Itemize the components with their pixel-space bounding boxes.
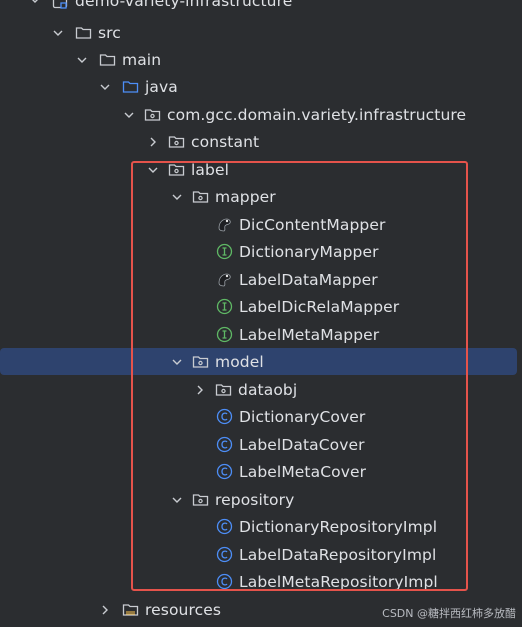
tree-row-mapper-item[interactable]: LabelMetaMapper (0, 321, 522, 348)
class-icon (216, 408, 233, 425)
chevron-down-icon[interactable] (170, 355, 184, 369)
tree-row-model-item[interactable]: DictionaryCover (0, 403, 522, 430)
tree-label-model-item: DictionaryCover (239, 407, 366, 426)
tree-row-main[interactable]: main (0, 46, 522, 73)
chevron-down-icon[interactable] (98, 80, 112, 94)
folder-icon (75, 24, 92, 41)
tree-label-dataobj: dataobj (238, 380, 298, 399)
chevron-down-icon[interactable] (170, 190, 184, 204)
module-icon (52, 0, 69, 10)
tree-label-repository: repository (215, 490, 295, 509)
chevron-down-icon[interactable] (51, 26, 65, 40)
tree-label-label: label (191, 160, 229, 179)
package-icon (168, 161, 185, 178)
chevron-down-icon[interactable] (122, 108, 136, 122)
tree-row-model[interactable]: model (0, 348, 517, 375)
class-icon (216, 518, 233, 535)
tree-row-mapper-item[interactable]: LabelDicRelaMapper (0, 293, 522, 320)
tree-row-dataobj[interactable]: dataobj (0, 376, 522, 403)
project-tree: demo-variety-infrastructure src main jav… (0, 0, 522, 627)
tree-row-model-item[interactable]: LabelMetaCover (0, 458, 522, 485)
tree-label-repository-item: LabelDataRepositoryImpl (239, 545, 437, 564)
chevron-down-icon[interactable] (170, 493, 184, 507)
tree-row-repository[interactable]: repository (0, 486, 522, 513)
package-icon (215, 381, 232, 398)
tree-label-mapper-item: LabelMetaMapper (239, 325, 380, 344)
tree-row-label[interactable]: label (0, 156, 522, 183)
tree-row-root[interactable]: demo-variety-infrastructure (0, 0, 522, 14)
tree-label-mapper-item: DictionaryMapper (239, 242, 379, 261)
tree-row-src[interactable]: src (0, 19, 522, 46)
interface-icon (216, 298, 233, 315)
package-icon (192, 353, 209, 370)
tree-label-mapper-item: LabelDicRelaMapper (239, 297, 400, 316)
package-icon (144, 106, 161, 123)
tree-row-package[interactable]: com.gcc.domain.variety.infrastructure (0, 101, 522, 128)
tree-row-repository-item[interactable]: LabelMetaRepositoryImpl (0, 568, 522, 595)
tree-row-mapper-item[interactable]: DicContentMapper (0, 211, 522, 238)
tree-label-mapper-item: LabelDataMapper (239, 270, 378, 289)
tree-label-mapper: mapper (215, 187, 276, 206)
package-icon (168, 133, 185, 150)
class-icon (216, 573, 233, 590)
tree-label-src: src (98, 23, 121, 42)
tree-row-mapper-item[interactable]: LabelDataMapper (0, 266, 522, 293)
folder-icon (99, 51, 116, 68)
resources-folder-icon (122, 601, 139, 618)
tree-row-repository-item[interactable]: LabelDataRepositoryImpl (0, 541, 522, 568)
chevron-right-icon[interactable] (146, 135, 160, 149)
tree-row-model-item[interactable]: LabelDataCover (0, 431, 522, 458)
chevron-down-icon[interactable] (146, 163, 160, 177)
watermark: CSDN @糖拌西红柿多放醋 (382, 607, 516, 620)
class-icon (216, 546, 233, 563)
tree-label-model-item: LabelDataCover (239, 435, 365, 454)
tree-label-resources: resources (145, 600, 222, 619)
interface-icon (216, 326, 233, 343)
tree-label-model: model (215, 352, 264, 371)
tree-label-root: demo-variety-infrastructure (75, 0, 293, 10)
chevron-right-icon[interactable] (193, 383, 207, 397)
tree-label-model-item: LabelMetaCover (239, 462, 367, 481)
tree-label-main: main (122, 50, 162, 69)
mybatis-icon (216, 271, 233, 288)
class-icon (216, 436, 233, 453)
tree-label-package: com.gcc.domain.variety.infrastructure (167, 105, 467, 124)
tree-row-mapper[interactable]: mapper (0, 183, 522, 210)
tree-label-repository-item: LabelMetaRepositoryImpl (239, 572, 438, 591)
chevron-right-icon[interactable] (98, 603, 112, 617)
package-icon (192, 188, 209, 205)
class-icon (216, 463, 233, 480)
chevron-down-icon[interactable] (28, 0, 42, 7)
interface-icon (216, 243, 233, 260)
chevron-down-icon[interactable] (75, 53, 89, 67)
tree-row-java[interactable]: java (0, 73, 522, 100)
tree-row-mapper-item[interactable]: DictionaryMapper (0, 238, 522, 265)
source-folder-icon (122, 78, 139, 95)
tree-row-constant[interactable]: constant (0, 128, 522, 155)
tree-label-repository-item: DictionaryRepositoryImpl (239, 517, 438, 536)
tree-row-repository-item[interactable]: DictionaryRepositoryImpl (0, 513, 522, 540)
tree-label-mapper-item: DicContentMapper (239, 215, 386, 234)
mybatis-icon (216, 216, 233, 233)
tree-label-constant: constant (191, 132, 260, 151)
package-icon (192, 491, 209, 508)
tree-label-java: java (145, 77, 178, 96)
